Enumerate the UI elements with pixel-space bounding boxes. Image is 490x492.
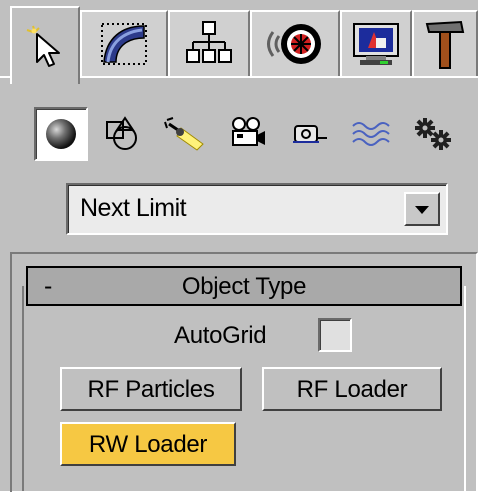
tab-display[interactable]	[340, 10, 412, 76]
rollout-title: Object Type	[181, 273, 307, 300]
shapes-icon	[106, 116, 137, 150]
tab-create[interactable]	[10, 6, 80, 84]
category-cameras[interactable]	[220, 107, 274, 161]
rw-loader-button[interactable]: RW Loader	[60, 422, 236, 466]
rf-particles-label: RF Particles	[87, 376, 215, 403]
category-geometry[interactable]	[34, 107, 88, 161]
dropdown-selected-value: Next Limit	[80, 194, 187, 222]
category-shapes[interactable]	[96, 107, 150, 161]
helpers-tape-icon	[293, 125, 327, 143]
category-systems[interactable]	[406, 107, 460, 161]
category-lights[interactable]	[158, 107, 212, 161]
modify-arc-icon	[101, 23, 147, 65]
tab-utilities[interactable]	[412, 10, 478, 76]
object-category-dropdown[interactable]: Next Limit	[66, 183, 448, 235]
autogrid-checkbox[interactable]	[318, 318, 352, 352]
hierarchy-tree-icon	[186, 21, 232, 63]
panel-edge	[478, 0, 490, 491]
category-space-warps[interactable]	[344, 107, 398, 161]
tab-motion[interactable]	[250, 10, 340, 76]
rf-particles-button[interactable]: RF Particles	[60, 367, 242, 411]
rollout-header-object-type[interactable]: - Object Type	[26, 266, 462, 306]
rw-loader-label: RW Loader	[88, 431, 208, 458]
tab-hierarchy[interactable]	[168, 10, 250, 76]
motion-wheel-icon	[267, 24, 321, 64]
command-panel: Next Limit - Object Type AutoGrid RF Par…	[0, 0, 490, 492]
camera-icon	[232, 117, 265, 146]
create-cursor-icon	[26, 25, 60, 67]
display-monitor-icon	[353, 23, 399, 65]
tab-modify[interactable]	[80, 10, 168, 76]
dropdown-arrow-button[interactable]	[404, 192, 440, 226]
lights-icon	[164, 117, 204, 151]
utilities-hammer-icon	[425, 20, 465, 69]
rf-loader-button[interactable]: RF Loader	[262, 367, 442, 411]
systems-gears-icon	[415, 118, 451, 150]
category-helpers[interactable]	[282, 107, 336, 161]
geometry-sphere-icon	[46, 119, 76, 149]
autogrid-label: AutoGrid	[174, 322, 267, 349]
space-warps-icon	[352, 122, 390, 146]
rf-loader-label: RF Loader	[296, 376, 408, 403]
